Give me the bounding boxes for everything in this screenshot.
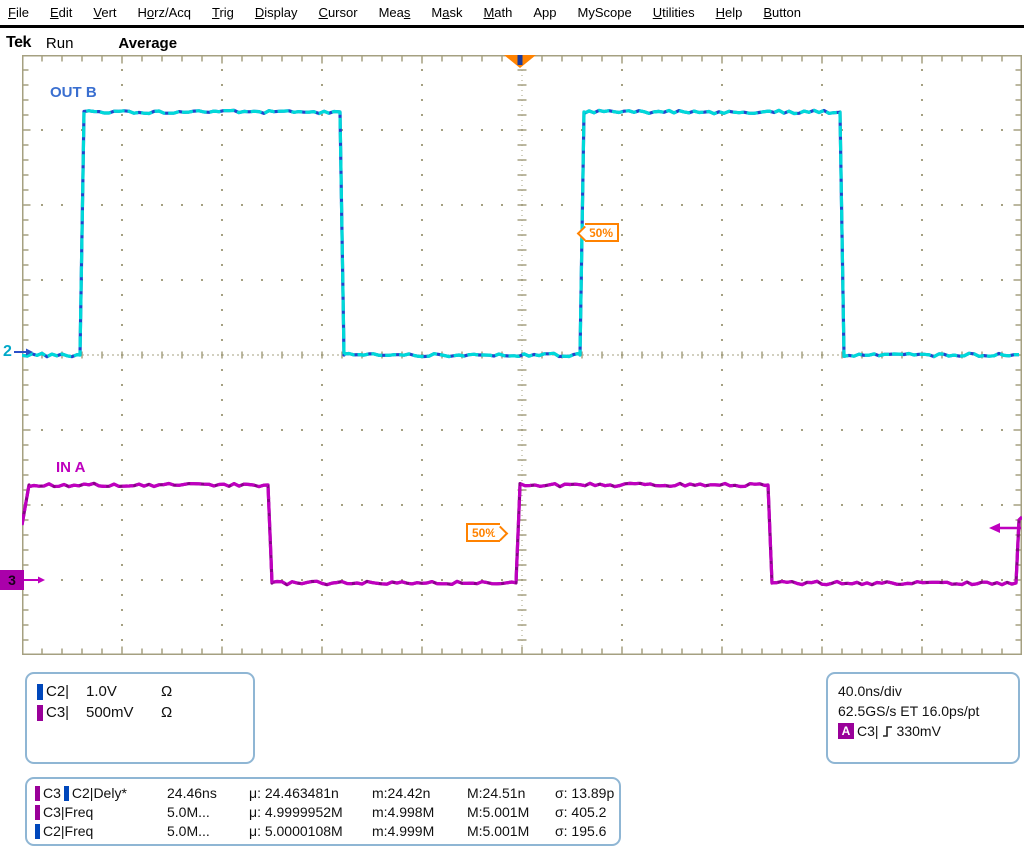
c2-trace [22,110,1019,356]
menu-item-meas[interactable]: Meas [379,5,411,20]
channel2-trigger-50pct-flag[interactable]: 50% [585,223,619,242]
channel3-wave-label: IN A [56,459,85,476]
meas-label: C3|Freq [35,804,93,820]
measurement-row: C3|Freq 5.0M... μ: 4.9999952M m:4.998M M:5.0… [27,804,619,823]
menu-bar: File Edit Vert Horz/Acq Trig Display Cursor Mea… [0,0,1024,28]
channel2-reference-marker[interactable]: 2 [3,343,34,361]
channel-name: C3| [46,704,86,721]
meas-color-swatch [35,786,40,801]
measurement-readout-box[interactable]: C3 C2|Dely* 24.46ns μ: 24.463481n m:24.42n M:… [25,777,621,846]
channel3-ground-marker[interactable]: 3 [0,570,46,590]
meas-source: C3|Freq [43,804,93,820]
meas-stddev: σ: 13.89p [555,785,614,801]
status-bar: Tek Run Average [0,32,1024,54]
c2-trace-fleck [22,110,1019,356]
channel-scale: 500mV [86,704,161,721]
menu-item-myscope[interactable]: MyScope [578,5,632,20]
meas-stddev: σ: 405.2 [555,804,606,820]
meas-label: C2|Freq [35,823,93,839]
meas-max: M:5.001M [467,823,529,839]
menu-item-horzacq[interactable]: Horz/Acq [138,5,191,20]
acquisition-state: Run [46,35,74,52]
sample-rate-readout: 62.5GS/s ET 16.0ps/pt [838,701,1018,721]
pct-flag-label: 50% [589,226,613,240]
channel-scale: 1.0V [86,683,161,700]
right-arrow-icon [24,575,46,585]
meas-value: 24.46ns [167,785,217,801]
meas-value: 5.0M... [167,823,210,839]
acquisition-mode: Average [118,35,177,52]
meas-source: C2|Dely* [72,785,127,801]
menu-item-mask[interactable]: Mask [431,5,462,20]
channel-name: C2| [46,683,86,700]
right-arrow-icon [12,347,34,357]
channel2-wave-label: OUT B [50,84,97,101]
meas-label: C3 C2|Dely* [35,785,127,801]
tek-logo: Tek [6,34,31,52]
menu-item-button[interactable]: Button [763,5,801,20]
menu-item-edit[interactable]: Edit [50,5,72,20]
c3-trace [22,483,1022,584]
menu-item-vert[interactable]: Vert [93,5,116,20]
menu-item-cursor[interactable]: Cursor [319,5,358,20]
trigger-a-badge: A [838,723,854,739]
menu-item-app[interactable]: App [533,5,556,20]
meas-min: m:24.42n [372,785,430,801]
meas-source: C3 [43,785,61,801]
meas-color-swatch [35,805,40,820]
menu-item-utilities[interactable]: Utilities [653,5,695,20]
meas-value: 5.0M... [167,804,210,820]
graticule [22,55,1022,655]
channel-coupling: Ω [161,683,172,700]
channel-color-swatch [37,684,43,700]
menu-item-help[interactable]: Help [716,5,743,20]
trigger-level: 330mV [897,721,941,741]
menu-item-file[interactable]: File [8,5,29,20]
meas-min: m:4.998M [372,804,434,820]
trigger-level-arrow-icon[interactable] [988,521,1022,539]
channel-readout-row[interactable]: C3|500mVΩ [37,702,253,723]
meas-mean: μ: 24.463481n [249,785,339,801]
horizontal-trigger-readout-box[interactable]: 40.0ns/div 62.5GS/s ET 16.0ps/pt A C3| 3… [826,672,1020,764]
menu-item-display[interactable]: Display [255,5,298,20]
meas-source: C2|Freq [43,823,93,839]
rising-edge-icon [882,724,894,738]
meas-max: M:24.51n [467,785,525,801]
menu-item-trig[interactable]: Trig [212,5,234,20]
meas-color-swatch [64,786,69,801]
meas-min: m:4.999M [372,823,434,839]
trigger-source: C3| [857,721,879,741]
measurement-row: C2|Freq 5.0M... μ: 5.0000108M m:4.999M M:5.0… [27,823,619,842]
channel-readout-box[interactable]: C2|1.0VΩC3|500mVΩ [25,672,255,764]
channel-readout-row[interactable]: C2|1.0VΩ [37,681,253,702]
menu-item-math[interactable]: Math [483,5,512,20]
meas-stddev: σ: 195.6 [555,823,606,839]
channel-coupling: Ω [161,704,172,721]
timebase-readout: 40.0ns/div [838,681,1018,701]
meas-max: M:5.001M [467,804,529,820]
meas-color-swatch [35,824,40,839]
trigger-readout: A C3| 330mV [838,721,1018,741]
meas-mean: μ: 4.9999952M [249,804,343,820]
c3-trace-fleck [22,483,1022,584]
channel-color-swatch [37,705,43,721]
measurement-row: C3 C2|Dely* 24.46ns μ: 24.463481n m:24.42n M:… [27,785,619,804]
meas-mean: μ: 5.0000108M [249,823,343,839]
channel2-ref-number: 2 [3,343,12,361]
channel3-ref-number: 3 [0,570,24,590]
channel3-trigger-50pct-flag[interactable]: 50% [466,523,500,542]
